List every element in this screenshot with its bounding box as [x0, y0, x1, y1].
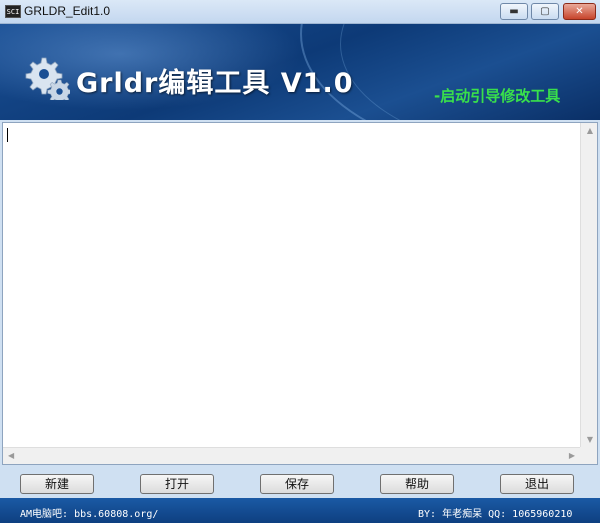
scroll-down-arrow-icon[interactable]: ▼ — [587, 436, 593, 444]
save-button[interactable]: 保存 — [260, 474, 334, 494]
scroll-up-arrow-icon[interactable]: ▲ — [587, 127, 593, 135]
maximize-button[interactable]: ▢ — [531, 3, 559, 20]
scroll-corner — [580, 447, 597, 464]
header-banner: Grldr编辑工具 V1.0 -启动引导修改工具 — [0, 24, 600, 120]
horizontal-scrollbar[interactable]: ◀ ▶ — [3, 447, 580, 464]
new-button[interactable]: 新建 — [20, 474, 94, 494]
scroll-left-arrow-icon[interactable]: ◀ — [8, 452, 14, 460]
status-author: BY: 年老痴呆 QQ: 1065960210 — [418, 509, 573, 520]
text-editor[interactable]: ▲ ▼ ◀ ▶ — [2, 122, 598, 465]
status-website: AM电脑吧: bbs.60808.org/ — [20, 509, 159, 520]
exit-button[interactable]: 退出 — [500, 474, 574, 494]
window-title: GRLDR_Edit1.0 — [24, 4, 111, 18]
status-bar: AM电脑吧: bbs.60808.org/ BY: 年老痴呆 QQ: 10659… — [0, 498, 600, 523]
button-bar: 新建 打开 保存 帮助 退出 — [0, 466, 600, 498]
text-caret — [7, 128, 8, 142]
close-button[interactable]: ✕ — [563, 3, 596, 20]
banner-title: Grldr编辑工具 V1.0 — [76, 68, 354, 99]
vertical-scrollbar[interactable]: ▲ ▼ — [580, 123, 597, 448]
banner-subtitle: -启动引导修改工具 — [434, 87, 561, 105]
minimize-button[interactable]: ▬ — [500, 3, 528, 20]
gear-icon — [25, 57, 70, 100]
app-icon[interactable]: SCI — [5, 5, 21, 18]
help-button[interactable]: 帮助 — [380, 474, 454, 494]
title-bar: SCI GRLDR_Edit1.0 ▬ ▢ ✕ — [0, 0, 600, 24]
scroll-right-arrow-icon[interactable]: ▶ — [569, 452, 575, 460]
open-button[interactable]: 打开 — [140, 474, 214, 494]
